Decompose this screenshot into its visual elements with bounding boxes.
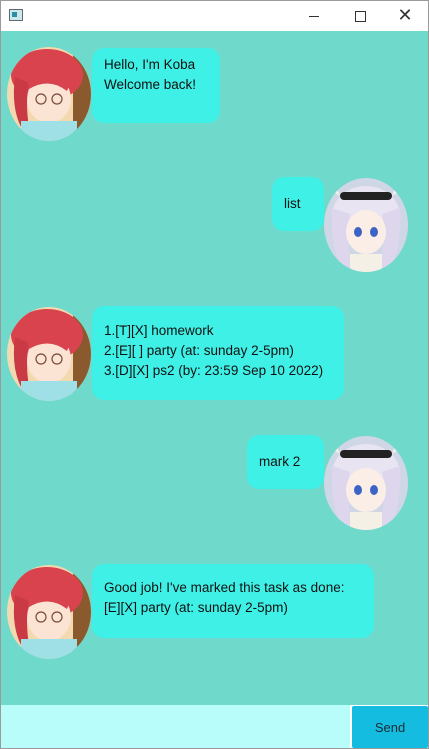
user-avatar: [324, 178, 408, 272]
input-bar: Send: [1, 705, 428, 748]
dialog-row-bot: Good job! I've marked this task as done:…: [1, 563, 428, 673]
bot-avatar: [7, 307, 91, 401]
close-button[interactable]: ✕: [382, 1, 428, 31]
minimize-button[interactable]: [291, 1, 337, 31]
bot-message-bubble: Hello, I'm Koba Welcome back!: [92, 48, 220, 123]
app-window: ✕ Hello, I'm Koba Welcome back! list 1.[…: [0, 0, 429, 749]
dialog-row-bot: 1.[T][X] homework 2.[E][ ] party (at: su…: [1, 305, 428, 415]
bot-avatar-image: [7, 565, 91, 659]
bot-avatar-image: [7, 47, 91, 141]
maximize-button[interactable]: [337, 1, 383, 31]
user-message-bubble: mark 2: [247, 435, 324, 489]
app-icon: [9, 9, 23, 21]
dialog-row-bot: Hello, I'm Koba Welcome back!: [1, 47, 428, 147]
bot-avatar: [7, 565, 91, 659]
title-bar[interactable]: ✕: [1, 1, 428, 31]
message-input[interactable]: [1, 705, 350, 748]
dialog-row-user: mark 2: [1, 434, 428, 534]
send-button[interactable]: Send: [352, 706, 428, 748]
bot-message-bubble: 1.[T][X] homework 2.[E][ ] party (at: su…: [92, 306, 344, 400]
dialog-row-user: list: [1, 176, 428, 276]
minimize-icon: [309, 15, 319, 17]
bot-message-bubble: Good job! I've marked this task as done:…: [92, 564, 374, 638]
bot-avatar-image: [7, 307, 91, 401]
user-message-bubble: list: [272, 177, 324, 231]
user-avatar: [324, 436, 408, 530]
user-avatar-image: [324, 178, 408, 272]
user-avatar-image: [324, 436, 408, 530]
bot-avatar: [7, 47, 91, 141]
maximize-icon: [354, 10, 366, 22]
close-icon: ✕: [397, 5, 413, 26]
chat-scroll-pane[interactable]: Hello, I'm Koba Welcome back! list 1.[T]…: [1, 31, 428, 705]
